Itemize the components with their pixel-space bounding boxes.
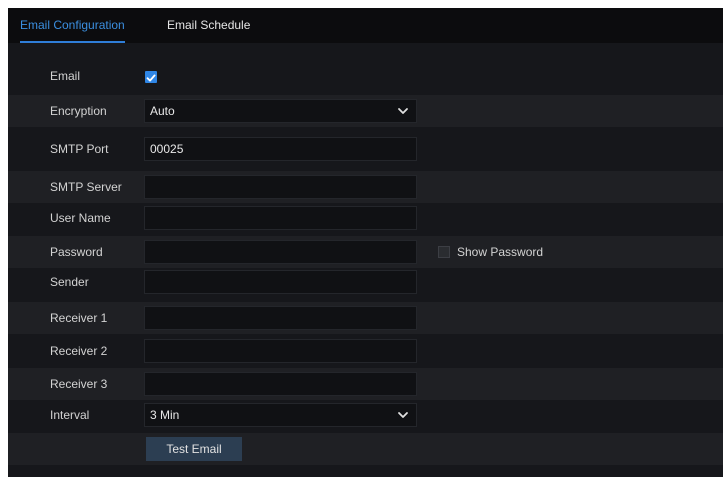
email-label: Email <box>50 69 81 83</box>
receiver-2-input[interactable] <box>144 339 417 363</box>
receiver-3-row: Receiver 3 <box>8 368 723 400</box>
encryption-select[interactable]: Auto <box>144 99 417 123</box>
interval-value: 3 Min <box>150 408 180 422</box>
smtp-server-input[interactable] <box>144 175 417 199</box>
user-name-label: User Name <box>50 211 111 225</box>
email-row: Email <box>8 60 723 92</box>
password-label: Password <box>50 245 103 259</box>
tab-email-configuration[interactable]: Email Configuration <box>20 8 125 43</box>
show-password-label: Show Password <box>457 245 544 259</box>
interval-row: Interval 3 Min <box>8 399 723 431</box>
user-name-row: User Name <box>8 202 723 234</box>
email-settings-panel: Email Configuration Email Schedule Email… <box>8 8 723 477</box>
smtp-port-label: SMTP Port <box>50 142 109 156</box>
show-password-checkbox[interactable] <box>438 246 450 258</box>
smtp-port-input[interactable]: 00025 <box>144 137 417 161</box>
password-input[interactable] <box>144 240 417 264</box>
receiver-2-row: Receiver 2 <box>8 335 723 367</box>
interval-label: Interval <box>50 408 90 422</box>
test-email-button[interactable]: Test Email <box>146 437 242 461</box>
receiver-1-input[interactable] <box>144 306 417 330</box>
email-checkbox[interactable] <box>145 71 157 83</box>
checkmark-icon <box>146 74 156 82</box>
smtp-server-row: SMTP Server <box>8 171 723 203</box>
smtp-server-label: SMTP Server <box>50 180 122 194</box>
receiver-3-input[interactable] <box>144 372 417 396</box>
sender-input[interactable] <box>144 270 417 294</box>
sender-label: Sender <box>50 275 89 289</box>
interval-select[interactable]: 3 Min <box>144 403 417 427</box>
receiver-1-label: Receiver 1 <box>50 311 108 325</box>
smtp-port-value: 00025 <box>150 142 184 156</box>
receiver-3-label: Receiver 3 <box>50 377 108 391</box>
receiver-2-label: Receiver 2 <box>50 344 108 358</box>
active-tab-underline <box>20 41 125 43</box>
encryption-row: Encryption Auto <box>8 95 723 127</box>
test-email-row: Test Email <box>8 433 723 465</box>
user-name-input[interactable] <box>144 206 417 230</box>
encryption-value: Auto <box>150 104 175 118</box>
chevron-down-icon <box>398 412 408 418</box>
smtp-port-row: SMTP Port 00025 <box>8 133 723 165</box>
sender-row: Sender <box>8 266 723 298</box>
receiver-1-row: Receiver 1 <box>8 302 723 334</box>
tab-label: Email Schedule <box>167 18 251 32</box>
tab-email-schedule[interactable]: Email Schedule <box>167 8 250 43</box>
tab-bar: Email Configuration Email Schedule <box>8 8 723 43</box>
encryption-label: Encryption <box>50 104 107 118</box>
tab-label: Email Configuration <box>20 18 125 32</box>
password-row: Password Show Password <box>8 236 723 268</box>
chevron-down-icon <box>398 108 408 114</box>
